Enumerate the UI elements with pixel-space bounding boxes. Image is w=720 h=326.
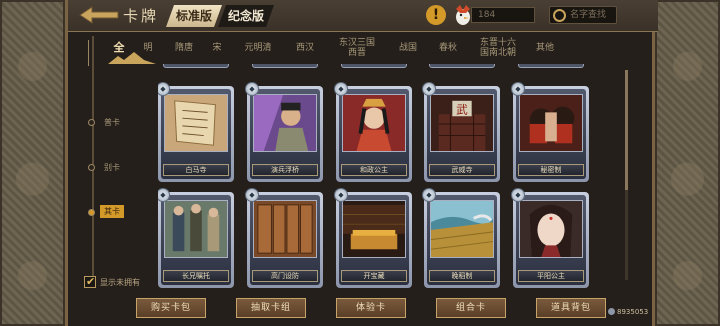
card-name: 晚稻制 <box>429 270 495 282</box>
tab-category-7[interactable]: 战国 <box>388 43 428 53</box>
card-name: 长兄嘱托 <box>163 270 229 282</box>
rail-dot-icon <box>88 164 95 171</box>
top-bar: 卡牌 标准版 纪念版 ! 184 <box>68 0 658 32</box>
tab-category-5[interactable]: 西汉 <box>284 43 326 53</box>
card-name: 开宝藏 <box>341 270 407 282</box>
card-item[interactable]: 开宝藏 ◆ <box>334 188 412 288</box>
tab-category-10[interactable]: 其他 <box>528 43 562 53</box>
category-tabs: 全明隋唐宋元明清 西汉 东汉三国 西晋 战国 春秋 东晋十六 国南北朝 其他 <box>108 32 658 64</box>
back-arrow-icon[interactable] <box>78 4 120 26</box>
main-frame: 卡牌 标准版 纪念版 ! 184 全明隋唐宋元明清西汉东汉三国 西晋战国春秋东晋… <box>65 0 658 326</box>
card-name: 秘密制 <box>518 164 584 176</box>
tab-category-1[interactable]: 明 <box>130 43 166 53</box>
tab-category-0[interactable]: 全 <box>108 42 130 53</box>
card-art-image <box>519 94 583 152</box>
rail-item-label: 别卡 <box>104 163 120 172</box>
card-item[interactable]: 平阳公主 ◆ <box>511 188 589 288</box>
rail-item-label: 普卡 <box>104 118 120 127</box>
tab-category-4[interactable]: 元明清 <box>232 43 284 53</box>
right-decorative-panel <box>655 0 720 326</box>
show-unowned-label: 显示未拥有 <box>100 278 140 287</box>
card-name: 武威寺 <box>429 164 495 176</box>
card-item[interactable]: 秘密制 ◆ <box>511 82 589 182</box>
card-item[interactable]: 演兵浮桥 ◆ <box>245 82 323 182</box>
card-art-image <box>342 94 406 152</box>
card-rarity-badge-icon: ◆ <box>511 188 525 202</box>
rail-item-2[interactable]: 其卡 <box>74 205 134 221</box>
card-art-image <box>164 200 228 258</box>
card-art-image <box>342 200 406 258</box>
rail-item-1[interactable]: 别卡 <box>74 160 134 176</box>
card-item[interactable]: 白马寺 ◆ <box>158 82 234 182</box>
tab-standard-version[interactable]: 标准版 <box>166 5 222 27</box>
tab-category-2[interactable]: 隋唐 <box>166 43 202 53</box>
show-unowned-checkbox[interactable] <box>84 275 96 288</box>
search-icon <box>553 9 566 22</box>
bottom-button-1[interactable]: 抽取卡组 <box>236 298 306 318</box>
bottom-button-4[interactable]: 道具背包 <box>536 298 606 318</box>
card-name: 白马寺 <box>163 164 229 176</box>
rail-dot-icon <box>88 209 95 216</box>
card-art-image <box>519 200 583 258</box>
page-title: 卡牌 <box>123 7 160 25</box>
card-art-image <box>253 200 317 258</box>
card-grid: 白马寺 ◆ 演兵浮桥 ◆ 和政公主 ◆ 武武威寺 ◆ 秘密制 ◆ 长兄嘱托 ◆ 高门设防 ◆ 开宝藏 ◆ 晚稻制… <box>158 64 628 296</box>
card-art-image <box>164 94 228 152</box>
card-art-image <box>253 94 317 152</box>
tab-category-3[interactable]: 宋 <box>202 43 232 53</box>
card-partial-top[interactable] <box>163 64 229 68</box>
tab-category-9[interactable]: 东晋十六 国南北朝 <box>468 38 528 58</box>
card-name: 演兵浮桥 <box>252 164 318 176</box>
card-partial-top[interactable] <box>341 64 407 68</box>
rail-bracket <box>88 40 98 66</box>
tab-category-6[interactable]: 东汉三国 西晋 <box>326 38 388 58</box>
card-rarity-badge-icon: ◆ <box>422 82 436 96</box>
svg-text:武: 武 <box>456 102 468 116</box>
card-name: 高门设防 <box>252 270 318 282</box>
card-item[interactable]: 武武威寺 ◆ <box>422 82 500 182</box>
bottom-button-2[interactable]: 体验卡 <box>336 298 406 318</box>
rail-item-0[interactable]: 普卡 <box>74 115 134 131</box>
card-item[interactable]: 晚稻制 ◆ <box>422 188 500 288</box>
tab-category-8[interactable]: 春秋 <box>428 43 468 53</box>
search-box[interactable] <box>549 6 617 24</box>
card-rarity-badge-icon: ◆ <box>245 82 259 96</box>
card-name: 平阳公主 <box>518 270 584 282</box>
bottom-button-0[interactable]: 购买卡包 <box>136 298 206 318</box>
card-rarity-badge-icon: ◆ <box>334 188 348 202</box>
left-rail-line <box>92 36 94 276</box>
card-rarity-badge-icon: ◆ <box>511 82 525 96</box>
card-rarity-badge-icon: ◆ <box>334 82 348 96</box>
bottom-buttons: 购买卡包 抽取卡组 体验卡 组合卡 道具背包 <box>136 298 606 320</box>
card-partial-top[interactable] <box>429 64 495 68</box>
rail-item-label: 其卡 <box>100 205 124 218</box>
bottom-button-3[interactable]: 组合卡 <box>436 298 506 318</box>
left-decorative-panel <box>0 0 65 326</box>
search-input[interactable] <box>570 8 616 22</box>
card-name: 和政公主 <box>341 164 407 176</box>
card-rarity-badge-icon: ◆ <box>245 188 259 202</box>
warning-icon[interactable]: ! <box>426 5 446 25</box>
card-item[interactable]: 和政公主 ◆ <box>334 82 412 182</box>
scroll-thumb[interactable] <box>625 70 628 190</box>
rail-dot-icon <box>88 119 95 126</box>
card-art-image: 武 <box>430 94 494 152</box>
grid-scrollbar[interactable] <box>625 70 628 280</box>
card-item[interactable]: 长兄嘱托 ◆ <box>158 188 234 288</box>
coin-balance: 8935053 <box>608 308 648 316</box>
card-partial-top[interactable] <box>252 64 318 68</box>
card-art-image <box>430 200 494 258</box>
currency-display: 184 <box>471 7 535 23</box>
card-partial-top[interactable] <box>518 64 584 68</box>
tab-commemorative-version[interactable]: 纪念版 <box>218 5 274 27</box>
version-toggle: 标准版 纪念版 <box>166 5 274 27</box>
card-rarity-badge-icon: ◆ <box>422 188 436 202</box>
card-item[interactable]: 高门设防 ◆ <box>245 188 323 288</box>
